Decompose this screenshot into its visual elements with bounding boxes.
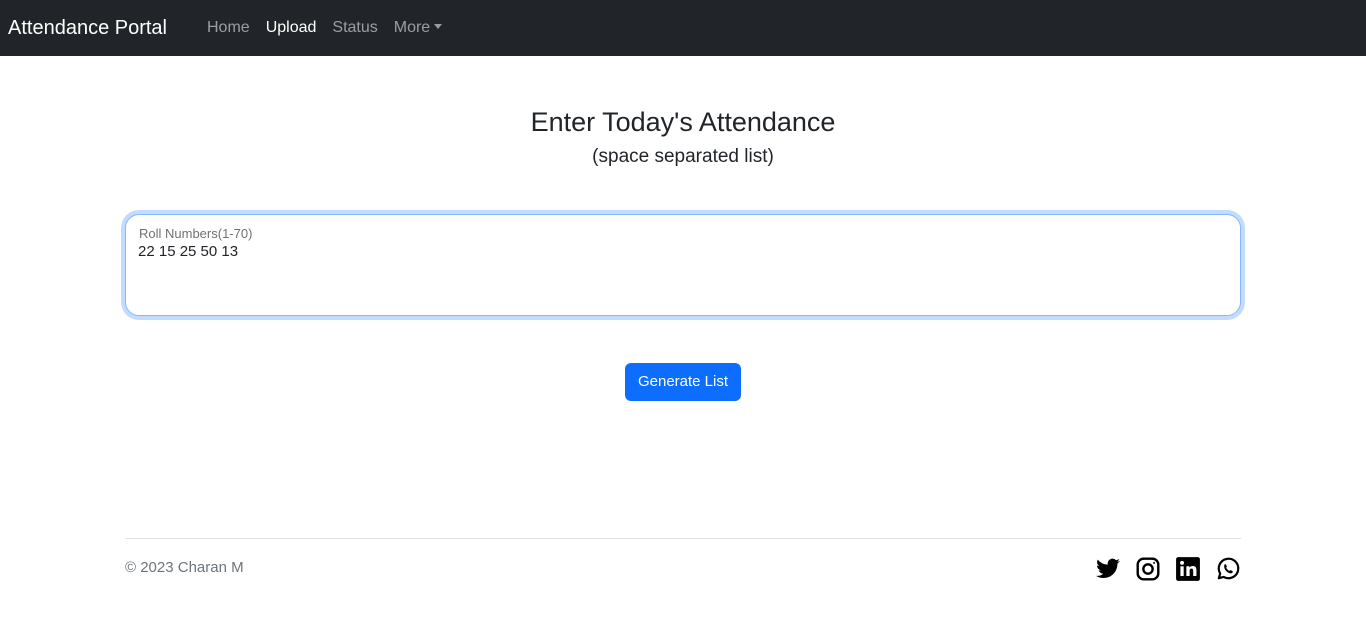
roll-numbers-field: Roll Numbers(1-70) (125, 214, 1241, 316)
footer: © 2023 Charan M (125, 538, 1241, 598)
generate-list-button[interactable]: Generate List (624, 363, 742, 401)
copyright-text: © 2023 Charan M (125, 559, 244, 576)
nav-home[interactable]: Home (199, 11, 258, 45)
brand-link[interactable]: Attendance Portal (8, 17, 167, 40)
twitter-icon[interactable] (1095, 556, 1121, 582)
whatsapp-icon[interactable] (1215, 556, 1241, 582)
main-content: Enter Today's Attendance (space separate… (125, 106, 1241, 401)
nav-links: Home Upload Status More (199, 11, 450, 45)
page-title: Enter Today's Attendance (530, 107, 836, 137)
linkedin-icon[interactable] (1175, 556, 1201, 582)
nav-more-label: More (393, 19, 431, 36)
page-subtitle: (space separated list) (592, 146, 774, 167)
roll-numbers-label: Roll Numbers(1-70) (139, 226, 253, 241)
button-wrap: Generate List (125, 363, 1241, 401)
instagram-icon[interactable] (1135, 556, 1161, 582)
roll-numbers-input[interactable] (138, 243, 1218, 303)
nav-more-dropdown[interactable]: More (386, 11, 450, 45)
navbar: Attendance Portal Home Upload Status Mor… (0, 0, 1366, 56)
caret-down-icon (434, 24, 443, 29)
social-links (1095, 556, 1241, 582)
nav-upload[interactable]: Upload (258, 11, 325, 45)
nav-status[interactable]: Status (324, 11, 385, 45)
